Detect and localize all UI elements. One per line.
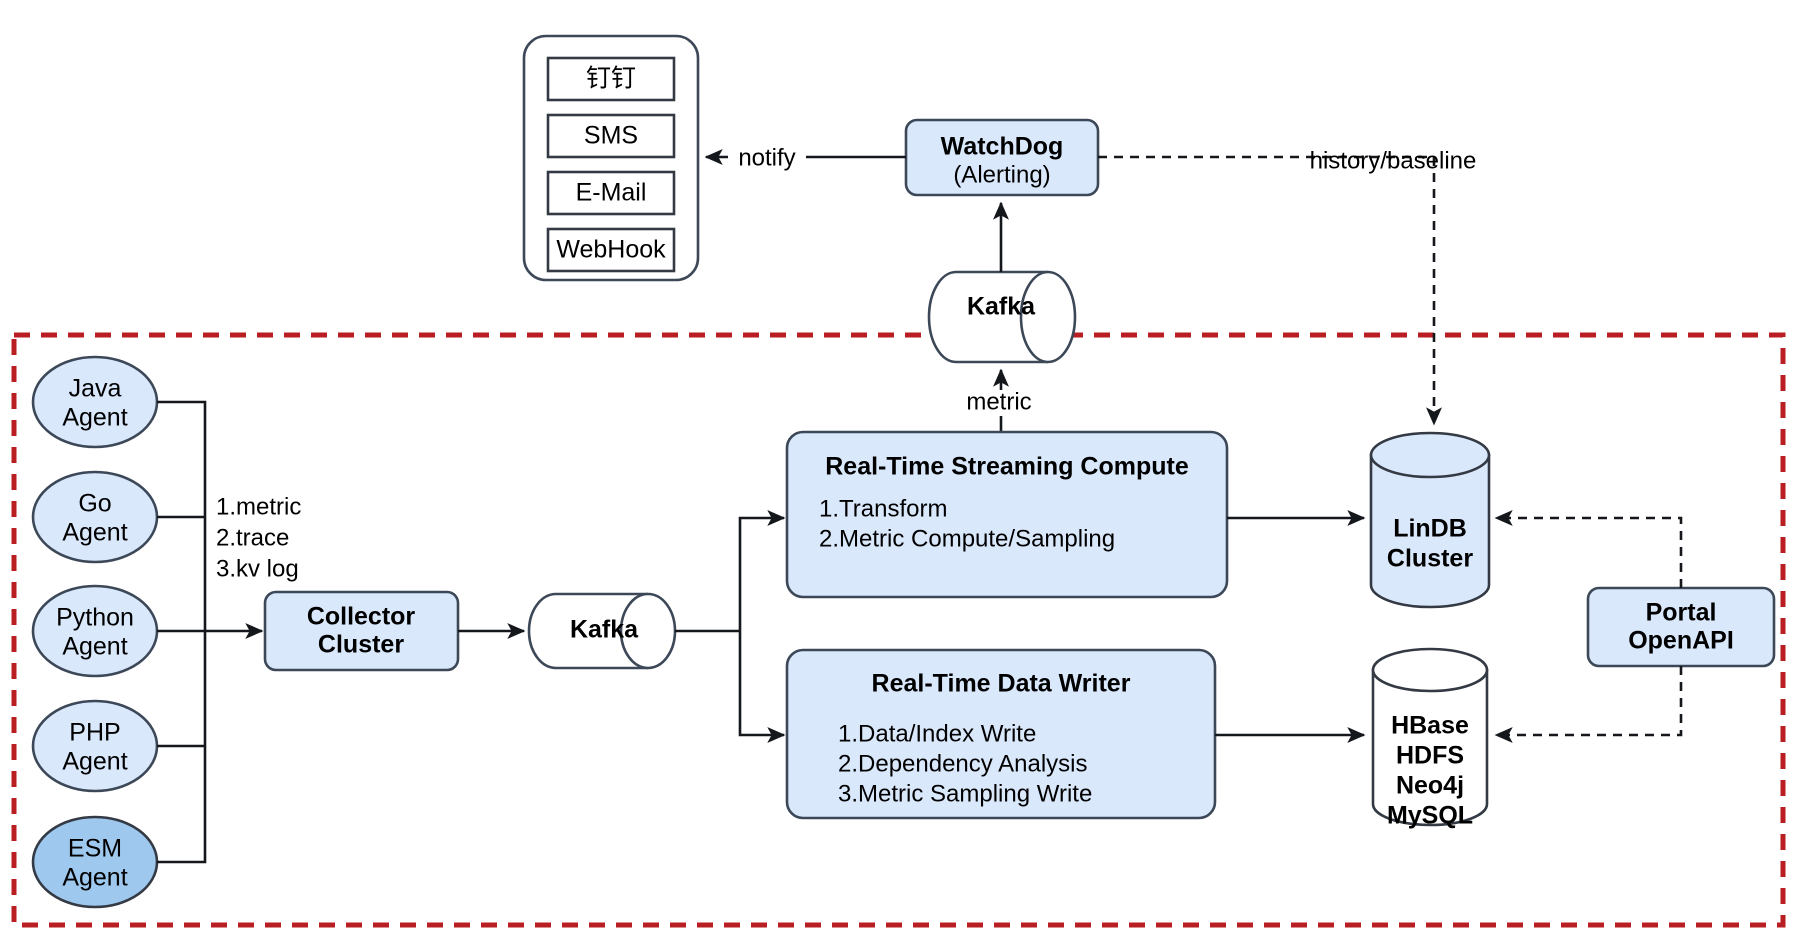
- kafka-alert-node[interactable]: Kafka: [927, 270, 1077, 364]
- lindb-cluster-label-line2: Cluster: [1387, 545, 1473, 573]
- agent-esm-label-line1: ESM: [68, 835, 122, 863]
- watchdog-subtitle: (Alerting): [953, 161, 1050, 188]
- architecture-diagram: 钉钉 SMS E-Mail WebHook WatchDog (Alerting…: [0, 0, 1804, 944]
- streaming-compute-title: Real-Time Streaming Compute: [825, 453, 1189, 481]
- storage-label-mysql: MySQL: [1387, 802, 1473, 830]
- agent-python-label-line2: Agent: [62, 633, 127, 661]
- collector-cluster-node[interactable]: Collector Cluster: [263, 590, 460, 672]
- agent-esm-label-line2: Agent: [62, 864, 127, 892]
- agent-payload-line-1: 1.metric: [216, 493, 301, 520]
- kafka-alert-label: Kafka: [967, 293, 1036, 321]
- collector-cluster-label-line1: Collector: [307, 603, 416, 631]
- diagram-canvas: 钉钉 SMS E-Mail WebHook WatchDog (Alerting…: [11, 34, 1786, 928]
- notify-channel-dingding[interactable]: 钉钉: [546, 56, 676, 102]
- notify-channel-webhook-label: WebHook: [556, 236, 666, 264]
- storage-cluster-top: [1371, 647, 1489, 693]
- lindb-cluster-node[interactable]: LinDB Cluster: [1369, 431, 1491, 609]
- notify-channel-email-label: E-Mail: [576, 179, 647, 207]
- edge-watchdog-to-lindb: [1098, 155, 1443, 426]
- agent-payload-line-3: 3.kv log: [216, 555, 299, 582]
- agent-java[interactable]: Java Agent: [31, 355, 159, 449]
- storage-label-hdfs: HDFS: [1396, 742, 1464, 770]
- data-writer-node[interactable]: Real-Time Data Writer 1.Data/Index Write…: [785, 648, 1217, 820]
- kafka-main-label: Kafka: [570, 616, 639, 644]
- portal-openapi-label-line2: OpenAPI: [1628, 627, 1734, 655]
- edge-label-metric: metric: [966, 388, 1031, 415]
- agent-bus-edges: [157, 400, 264, 864]
- edge-portal-to-storage: [1494, 666, 1683, 744]
- edge-kafka-split: [675, 509, 786, 744]
- notify-channel-webhook[interactable]: WebHook: [546, 227, 676, 273]
- lindb-cluster-label-line1: LinDB: [1393, 515, 1467, 543]
- watchdog-node[interactable]: WatchDog (Alerting): [904, 118, 1100, 197]
- notify-channel-sms[interactable]: SMS: [546, 113, 676, 159]
- agent-java-label-line1: Java: [69, 375, 122, 403]
- storage-label-hbase: HBase: [1391, 712, 1469, 740]
- streaming-compute-item-1: 1.Transform: [819, 495, 947, 522]
- agent-payload-legend: 1.metric 2.trace 3.kv log: [216, 493, 301, 582]
- agent-python[interactable]: Python Agent: [31, 584, 159, 678]
- notify-channel-sms-label: SMS: [584, 122, 638, 150]
- streaming-compute-node[interactable]: Real-Time Streaming Compute 1.Transform …: [785, 430, 1229, 599]
- agent-esm[interactable]: ESM Agent: [31, 815, 159, 909]
- portal-openapi-node[interactable]: Portal OpenAPI: [1586, 586, 1776, 668]
- data-writer-title: Real-Time Data Writer: [872, 670, 1131, 698]
- notify-channel-dingding-label: 钉钉: [586, 65, 636, 93]
- edge-label-history-baseline: history/baseline: [1310, 147, 1477, 174]
- agent-payload-line-2: 2.trace: [216, 524, 289, 551]
- agent-php[interactable]: PHP Agent: [31, 699, 159, 793]
- notification-channels-panel: 钉钉 SMS E-Mail WebHook: [522, 34, 700, 282]
- agent-go[interactable]: Go Agent: [31, 470, 159, 564]
- agent-go-label-line2: Agent: [62, 519, 127, 547]
- data-writer-item-1: 1.Data/Index Write: [838, 720, 1036, 747]
- data-writer-item-2: 2.Dependency Analysis: [838, 750, 1088, 777]
- edge-label-notify: notify: [738, 144, 795, 171]
- agent-php-label-line2: Agent: [62, 748, 127, 776]
- portal-openapi-label-line1: Portal: [1646, 599, 1717, 627]
- storage-cluster-node[interactable]: HBase HDFS Neo4j MySQL: [1371, 647, 1489, 830]
- edge-portal-to-lindb: [1494, 509, 1683, 588]
- agent-java-label-line2: Agent: [62, 404, 127, 432]
- agent-python-label-line1: Python: [56, 604, 134, 632]
- data-writer-item-3: 3.Metric Sampling Write: [838, 780, 1092, 807]
- watchdog-title: WatchDog: [941, 133, 1064, 161]
- agent-php-label-line1: PHP: [69, 719, 120, 747]
- lindb-cluster-top: [1369, 431, 1491, 479]
- notify-channel-email[interactable]: E-Mail: [546, 170, 676, 216]
- collector-cluster-label-line2: Cluster: [318, 631, 404, 659]
- kafka-main-node[interactable]: Kafka: [527, 592, 677, 670]
- agent-go-label-line1: Go: [78, 490, 111, 518]
- streaming-compute-item-2: 2.Metric Compute/Sampling: [819, 525, 1115, 552]
- storage-label-neo4j: Neo4j: [1396, 772, 1464, 800]
